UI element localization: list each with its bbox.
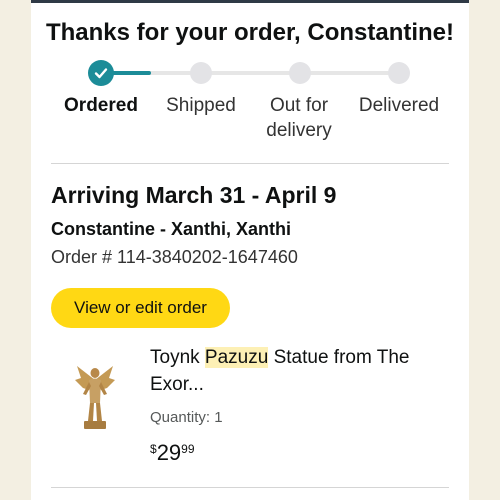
checkmark-icon	[94, 68, 108, 79]
step-ordered-marker	[88, 60, 114, 86]
step-label-delivered: Delivered	[358, 95, 440, 116]
highlighted-search-term: Pazuzu	[204, 347, 269, 368]
step-label-line: delivery	[266, 119, 332, 141]
step-shipped-marker	[190, 62, 212, 84]
price-currency: $	[150, 442, 157, 456]
step-out-for-delivery-marker	[289, 62, 311, 84]
price-fraction: 99	[181, 442, 195, 456]
product-title-part: Toynk	[150, 347, 205, 368]
price-whole: 29	[156, 440, 182, 465]
arrival-window: Arriving March 31 - April 9	[51, 182, 337, 208]
shipping-address: Constantine - Xanthi, Xanthi	[51, 219, 292, 239]
product-title-link[interactable]: Toynk Pazuzu Statue from The Exor...	[150, 345, 450, 399]
statue-icon	[75, 366, 115, 429]
divider	[51, 163, 449, 164]
step-label-shipped: Shipped	[166, 95, 236, 116]
order-number: Order # 114-3840202-1647460	[51, 247, 298, 267]
step-delivered-marker	[388, 62, 410, 84]
step-label-out-for-delivery: Out for delivery	[251, 94, 347, 143]
product-price: $2999	[150, 440, 195, 466]
page-title: Thanks for your order, Constantine!	[45, 19, 455, 46]
divider	[51, 487, 449, 488]
product-quantity: Quantity: 1	[150, 409, 223, 426]
order-confirmation-card: Thanks for your order, Constantine! Orde…	[31, 0, 469, 500]
step-label-line: Out for	[269, 95, 329, 116]
product-thumbnail[interactable]	[69, 358, 121, 433]
view-edit-order-button[interactable]: View or edit order	[51, 288, 230, 328]
step-label-ordered: Ordered	[64, 95, 138, 116]
